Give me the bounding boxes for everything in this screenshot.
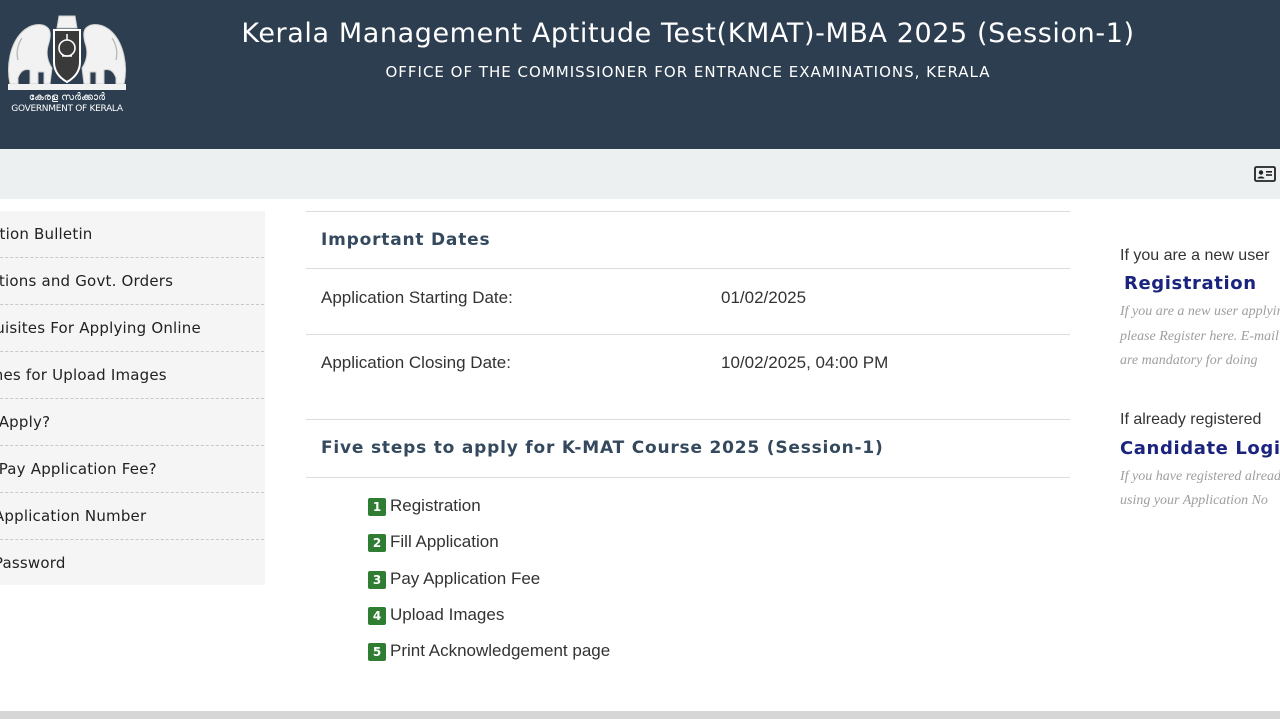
closing-date-value: 10/02/2025, 04:00 PM bbox=[721, 353, 889, 372]
sidebar-item-label: Notifications and Govt. Orders bbox=[0, 272, 174, 290]
registration-note: please Register here. E-mail bbox=[1120, 329, 1279, 344]
government-name-english: GOVERNMENT OF KERALA bbox=[11, 104, 123, 114]
registration-link[interactable]: Registration bbox=[1124, 273, 1257, 294]
divider bbox=[306, 419, 1070, 420]
page-title: Kerala Management Aptitude Test(KMAT)-MB… bbox=[241, 18, 1135, 49]
sidebar-item-information-bulletin[interactable]: Information Bulletin bbox=[0, 211, 264, 258]
step-label: Upload Images bbox=[390, 605, 505, 624]
sidebar-item-label: How to Apply? bbox=[0, 413, 51, 431]
bottom-bar bbox=[0, 711, 1280, 719]
sidebar-item-upload-guidelines[interactable]: Guidelines for Upload Images bbox=[0, 352, 264, 399]
step-label: Fill Application bbox=[390, 532, 499, 551]
sidebar-menu: Information Bulletin Notifications and G… bbox=[0, 211, 265, 585]
registered-user-heading: If already registered bbox=[1120, 411, 1262, 428]
sidebar-item-notifications[interactable]: Notifications and Govt. Orders bbox=[0, 258, 264, 305]
sidebar-item-label: Guidelines for Upload Images bbox=[0, 366, 167, 384]
site-header: കേരള സർക്കാർ GOVERNMENT OF KERALA Kerala… bbox=[0, 0, 1280, 149]
step-label: Pay Application Fee bbox=[390, 569, 541, 588]
sidebar-item-label: Information Bulletin bbox=[0, 225, 93, 243]
step-number-badge: 5 bbox=[368, 643, 386, 661]
registration-note: are mandatory for doing bbox=[1120, 353, 1258, 368]
login-note: If you have registered already bbox=[1120, 469, 1280, 484]
sidebar-item-how-to-apply[interactable]: How to Apply? bbox=[0, 399, 264, 446]
sidebar-item-label: Forgot Password bbox=[0, 554, 66, 572]
step-number-badge: 4 bbox=[368, 607, 386, 625]
sidebar-item-label: How to Pay Application Fee? bbox=[0, 460, 157, 478]
step-number-badge: 2 bbox=[368, 534, 386, 552]
candidate-login-link[interactable]: Candidate Login bbox=[1120, 438, 1280, 459]
divider bbox=[306, 334, 1070, 335]
new-user-heading: If you are a new user bbox=[1120, 247, 1270, 264]
registration-note: If you are a new user applying, bbox=[1120, 304, 1280, 319]
step-label: Registration bbox=[390, 496, 481, 515]
sidebar-item-how-to-pay[interactable]: How to Pay Application Fee? bbox=[0, 446, 264, 493]
divider bbox=[306, 477, 1070, 478]
start-date-label: Application Starting Date: bbox=[321, 288, 513, 307]
id-card-icon[interactable] bbox=[1254, 166, 1276, 182]
step-label: Print Acknowledgement page bbox=[390, 641, 611, 660]
important-dates-title: Important Dates bbox=[321, 230, 491, 250]
step-number-badge: 3 bbox=[368, 571, 386, 589]
sidebar-item-label: Forgot Application Number bbox=[0, 507, 147, 525]
login-note: using your Application No bbox=[1120, 493, 1268, 508]
divider bbox=[306, 211, 1070, 212]
step-number-badge: 1 bbox=[368, 498, 386, 516]
start-date-value: 01/02/2025 bbox=[721, 288, 807, 307]
steps-title: Five steps to apply for K-MAT Course 202… bbox=[321, 438, 884, 458]
sidebar-item-prerequisites[interactable]: Pre-requisites For Applying Online bbox=[0, 305, 264, 352]
top-toolbar bbox=[0, 149, 1280, 199]
page-subtitle: OFFICE OF THE COMMISSIONER FOR ENTRANCE … bbox=[385, 63, 991, 81]
sidebar-item-label: Pre-requisites For Applying Online bbox=[0, 319, 201, 337]
closing-date-label: Application Closing Date: bbox=[321, 353, 511, 372]
sidebar-item-forgot-application-number[interactable]: Forgot Application Number bbox=[0, 493, 264, 540]
sidebar-item-forgot-password[interactable]: Forgot Password bbox=[0, 540, 264, 587]
government-name-malayalam: കേരള സർക്കാർ bbox=[28, 92, 106, 103]
divider bbox=[306, 268, 1070, 269]
